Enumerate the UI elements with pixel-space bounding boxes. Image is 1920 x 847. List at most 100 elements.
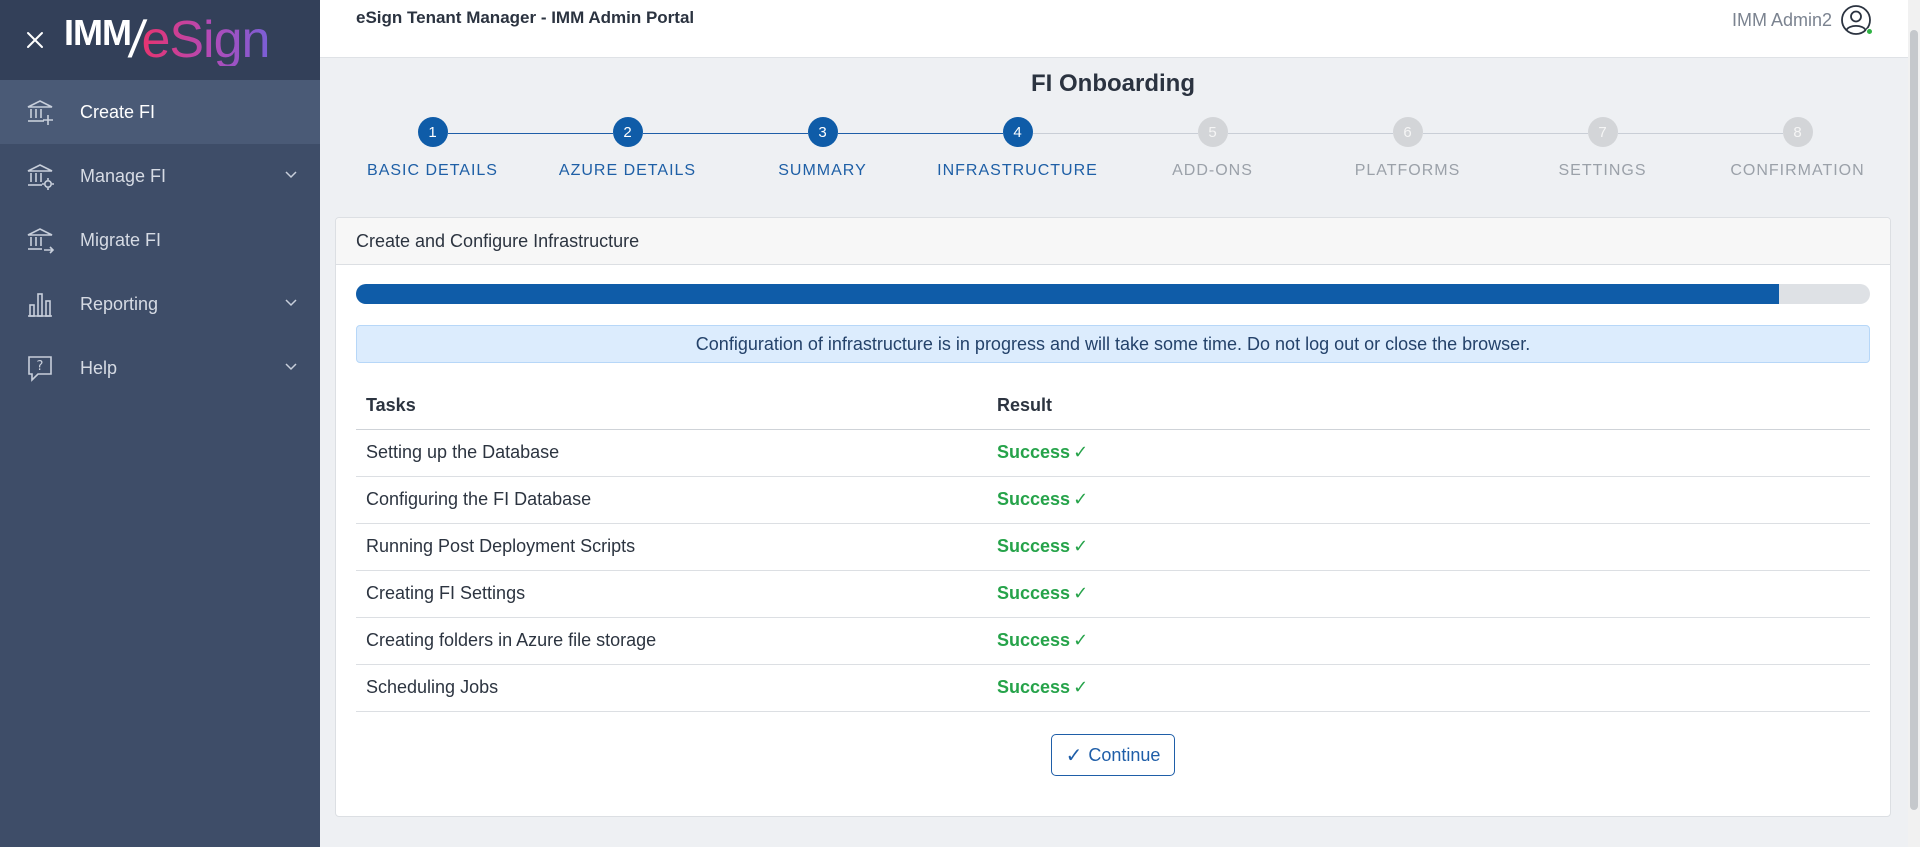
task-name: Creating folders in Azure file storage: [356, 617, 987, 665]
scrollbar-thumb[interactable]: [1910, 30, 1918, 810]
table-row: Creating FI Settings Success ✓: [356, 570, 1870, 618]
svg-text:?: ?: [37, 359, 44, 374]
bank-settings-icon: [24, 160, 56, 192]
check-icon: ✓: [1073, 489, 1089, 509]
info-alert: Configuration of infrastructure is in pr…: [356, 325, 1870, 363]
step-1[interactable]: 1 BASIC DETAILS: [336, 117, 530, 180]
table-row: Setting up the Database Success ✓: [356, 429, 1870, 477]
status-text: Success: [997, 583, 1071, 603]
bank-arrow-icon: [24, 224, 56, 256]
chevron-down-icon[interactable]: [284, 168, 298, 182]
user-name: IMM Admin2: [1731, 9, 1832, 30]
step-label: BASIC DETAILS: [367, 162, 498, 179]
status-success: Success ✓: [997, 583, 1088, 603]
check-icon: ✓: [1073, 583, 1089, 603]
app-logo: IMM / eSign: [64, 11, 270, 69]
table-header-row: Tasks Result: [356, 382, 1870, 430]
continue-label: Continue: [1088, 744, 1161, 765]
status-text: Success: [997, 630, 1071, 650]
step-3[interactable]: 3 SUMMARY: [726, 117, 920, 180]
step-number: 2: [612, 117, 643, 147]
bank-plus-icon: [24, 96, 56, 128]
step-label: SETTINGS: [1558, 162, 1647, 179]
status-text: Success: [997, 442, 1071, 462]
column-header-result: Result: [987, 382, 1870, 430]
status-success: Success ✓: [997, 442, 1088, 462]
step-label: AZURE DETAILS: [558, 162, 697, 179]
check-icon: ✓: [1065, 744, 1083, 767]
step-4[interactable]: 4 INFRASTRUCTURE: [921, 117, 1115, 180]
infrastructure-card: Create and Configure Infrastructure Conf…: [335, 217, 1891, 817]
step-number: 7: [1587, 117, 1618, 147]
step-label: SUMMARY: [778, 162, 867, 179]
status-text: Success: [997, 677, 1071, 697]
task-name: Scheduling Jobs: [356, 664, 987, 712]
table-row: Scheduling Jobs Success ✓: [356, 664, 1870, 712]
status-text: Success: [997, 536, 1071, 556]
step-number: 8: [1782, 117, 1813, 147]
step-5[interactable]: 5 ADD-ONS: [1116, 117, 1310, 180]
step-number: 6: [1392, 117, 1423, 147]
step-7[interactable]: 7 SETTINGS: [1506, 117, 1700, 180]
step-label: INFRASTRUCTURE: [937, 162, 1098, 179]
table-row: Running Post Deployment Scripts Success ✓: [356, 523, 1870, 571]
task-result: Success ✓: [987, 570, 1870, 618]
sidebar-item-label: Manage FI: [80, 165, 167, 186]
sidebar: IMM / eSign Create FI Manage FI Migrate FI…: [0, 0, 320, 847]
progress-bar: [356, 284, 1870, 304]
table-row: Configuring the FI Database Success ✓: [356, 476, 1870, 524]
step-2[interactable]: 2 AZURE DETAILS: [531, 117, 725, 180]
sidebar-header: IMM / eSign: [0, 0, 320, 80]
onboarding-stepper: 1 BASIC DETAILS 2 AZURE DETAILS 3 SUMMARY 4 INF…: [335, 117, 1895, 187]
task-name: Setting up the Database: [356, 429, 987, 477]
column-header-tasks: Tasks: [356, 382, 987, 430]
check-icon: ✓: [1073, 536, 1089, 556]
sidebar-item-label: Migrate FI: [80, 229, 162, 250]
task-result: Success ✓: [987, 664, 1870, 712]
chevron-down-icon[interactable]: [284, 360, 298, 374]
sidebar-item-label: Reporting: [80, 293, 159, 314]
sidebar-item-manage-fi[interactable]: Manage FI: [0, 144, 320, 208]
sidebar-item-create-fi[interactable]: Create FI: [0, 80, 320, 144]
continue-button[interactable]: ✓ Continue: [1051, 734, 1175, 776]
step-number: 4: [1002, 117, 1033, 147]
step-6[interactable]: 6 PLATFORMS: [1311, 117, 1505, 180]
task-result: Success ✓: [987, 617, 1870, 665]
user-avatar-icon[interactable]: [1840, 4, 1873, 36]
check-icon: ✓: [1073, 442, 1089, 462]
task-result: Success ✓: [987, 429, 1870, 477]
status-success: Success ✓: [997, 630, 1088, 650]
sidebar-item-help[interactable]: ? Help: [0, 336, 320, 400]
sidebar-item-reporting[interactable]: Reporting: [0, 272, 320, 336]
online-status-dot: [1866, 28, 1873, 35]
step-number: 5: [1197, 117, 1228, 147]
step-8[interactable]: 8 CONFIRMATION: [1701, 117, 1895, 180]
step-label: ADD-ONS: [1172, 162, 1253, 179]
step-label: CONFIRMATION: [1730, 162, 1865, 179]
close-icon[interactable]: [24, 29, 46, 51]
scrollbar[interactable]: [1908, 0, 1920, 847]
sidebar-item-label: Help: [80, 357, 118, 378]
task-result: Success ✓: [987, 476, 1870, 524]
top-bar: eSign Tenant Manager - IMM Admin Portal …: [320, 0, 1920, 58]
task-name: Configuring the FI Database: [356, 476, 987, 524]
sidebar-item-label: Create FI: [80, 101, 156, 122]
tasks-table: Tasks Result Setting up the Database Succ…: [356, 382, 1870, 712]
bar-chart-icon: [24, 288, 56, 320]
sidebar-item-migrate-fi[interactable]: Migrate FI: [0, 208, 320, 272]
status-success: Success ✓: [997, 677, 1088, 697]
step-label: PLATFORMS: [1354, 162, 1461, 179]
card-title: Create and Configure Infrastructure: [336, 218, 1890, 265]
status-success: Success ✓: [997, 489, 1088, 509]
check-icon: ✓: [1073, 630, 1089, 650]
status-success: Success ✓: [997, 536, 1088, 556]
chevron-down-icon[interactable]: [284, 296, 298, 310]
task-result: Success ✓: [987, 523, 1870, 571]
user-menu[interactable]: IMM Admin2: [1731, 4, 1873, 36]
help-bubble-icon: ?: [24, 352, 56, 384]
page-title: FI Onboarding: [1031, 70, 1195, 97]
progress-fill: [356, 284, 1780, 304]
status-text: Success: [997, 489, 1071, 509]
step-number: 1: [417, 117, 448, 147]
app-title: eSign Tenant Manager - IMM Admin Portal: [356, 8, 695, 27]
